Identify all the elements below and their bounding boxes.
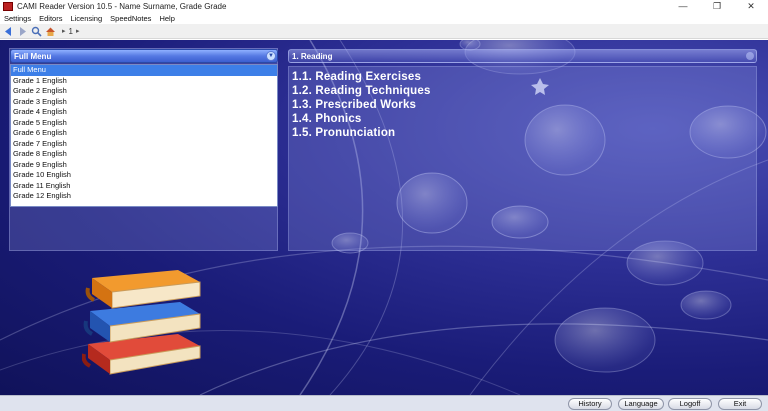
menu-bar: Settings Editors Licensing SpeedNotes He… bbox=[0, 12, 768, 24]
dropdown-option[interactable]: Grade 7 English bbox=[11, 139, 277, 150]
dropdown-option[interactable]: Grade 12 English bbox=[11, 191, 277, 202]
topic-pronunciation[interactable]: 1.5. Pronunciation bbox=[292, 127, 395, 141]
dropdown-option[interactable]: Grade 10 English bbox=[11, 170, 277, 181]
section-header: 1. Reading bbox=[288, 49, 757, 63]
app-icon bbox=[3, 1, 13, 11]
section-header-knob bbox=[746, 52, 754, 60]
back-arrow-icon[interactable] bbox=[3, 26, 14, 37]
bottom-bar: History Language Logoff Exit bbox=[0, 395, 768, 411]
dropdown-option[interactable]: Grade 8 English bbox=[11, 149, 277, 160]
topic-panel: 1.1. Reading Exercises 1.2. Reading Tech… bbox=[288, 66, 757, 251]
window-title: CAMI Reader Version 10.5 - Name Surname,… bbox=[17, 1, 227, 11]
dropdown-option[interactable]: Grade 1 English bbox=[11, 76, 277, 87]
forward-arrow-icon[interactable] bbox=[17, 26, 28, 37]
toolbar: ▸ 1 ▸ bbox=[0, 24, 768, 39]
menu-editors[interactable]: Editors bbox=[35, 14, 66, 23]
title-bar: CAMI Reader Version 10.5 - Name Surname,… bbox=[0, 0, 768, 12]
dropdown-option[interactable]: Grade 2 English bbox=[11, 86, 277, 97]
topic-reading-techniques[interactable]: 1.2. Reading Techniques bbox=[292, 85, 431, 99]
menu-speednotes[interactable]: SpeedNotes bbox=[106, 14, 155, 23]
breadcrumb-page[interactable]: 1 bbox=[69, 27, 73, 36]
dropdown-option[interactable]: Grade 4 English bbox=[11, 107, 277, 118]
dropdown-option[interactable]: Grade 3 English bbox=[11, 97, 277, 108]
search-icon[interactable] bbox=[31, 26, 42, 37]
menu-settings[interactable]: Settings bbox=[0, 14, 35, 23]
minimize-button[interactable]: — bbox=[666, 0, 700, 12]
menu-help[interactable]: Help bbox=[155, 14, 178, 23]
home-icon[interactable] bbox=[45, 26, 56, 37]
main-area: 1.1. Reading Exercises 1.2. Reading Tech… bbox=[0, 40, 768, 395]
history-button[interactable]: History bbox=[568, 398, 612, 410]
window-controls: — ❐ ✕ bbox=[666, 0, 768, 12]
menu-licensing[interactable]: Licensing bbox=[66, 14, 106, 23]
dropdown-option[interactable]: Grade 9 English bbox=[11, 160, 277, 171]
logoff-button[interactable]: Logoff bbox=[668, 398, 712, 410]
books-illustration bbox=[82, 270, 201, 375]
section-title: 1. Reading bbox=[292, 51, 333, 61]
topic-reading-exercises[interactable]: 1.1. Reading Exercises bbox=[292, 71, 421, 85]
grade-dropdown-value: Full Menu bbox=[14, 51, 52, 61]
maximize-button[interactable]: ❐ bbox=[700, 0, 734, 12]
chevron-down-icon[interactable]: ▼ bbox=[266, 51, 276, 61]
close-button[interactable]: ✕ bbox=[734, 0, 768, 12]
grade-dropdown-list: Full Menu Grade 1 English Grade 2 Englis… bbox=[10, 64, 278, 207]
dropdown-option[interactable]: Grade 11 English bbox=[11, 181, 277, 192]
dropdown-option[interactable]: Grade 5 English bbox=[11, 118, 277, 129]
topic-phonics[interactable]: 1.4. Phonics bbox=[292, 113, 362, 127]
dropdown-option[interactable]: Grade 6 English bbox=[11, 128, 277, 139]
language-button[interactable]: Language bbox=[618, 398, 664, 410]
dropdown-option[interactable]: Full Menu bbox=[11, 65, 277, 76]
grade-dropdown[interactable]: Full Menu ▼ bbox=[10, 49, 278, 63]
breadcrumb-separator: ▸ bbox=[75, 28, 80, 35]
topic-prescribed-works[interactable]: 1.3. Prescribed Works bbox=[292, 99, 416, 113]
exit-button[interactable]: Exit bbox=[718, 398, 762, 410]
breadcrumb-separator: ▸ bbox=[62, 28, 66, 35]
